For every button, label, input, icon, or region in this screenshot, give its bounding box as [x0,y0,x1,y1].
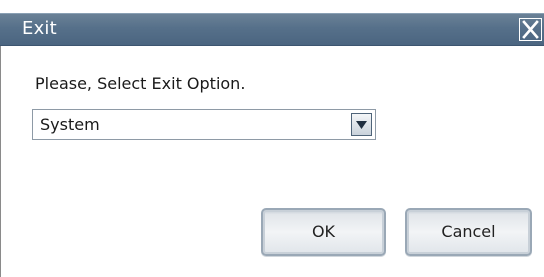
dialog-titlebar[interactable]: Exit [0,13,544,46]
close-button[interactable] [519,18,542,41]
dropdown-toggle-button[interactable] [351,113,372,136]
dialog-title: Exit [22,18,57,39]
exit-option-select[interactable]: System [32,109,376,140]
exit-option-prompt: Please, Select Exit Option. [35,74,246,93]
close-icon [522,20,539,39]
chevron-down-icon [356,121,367,129]
ok-button[interactable]: OK [261,208,386,256]
dialog-border [0,46,1,277]
exit-dialog: Exit Please, Select Exit Option. System … [0,0,544,277]
cancel-button[interactable]: Cancel [405,208,532,256]
exit-option-value: System [40,115,100,134]
